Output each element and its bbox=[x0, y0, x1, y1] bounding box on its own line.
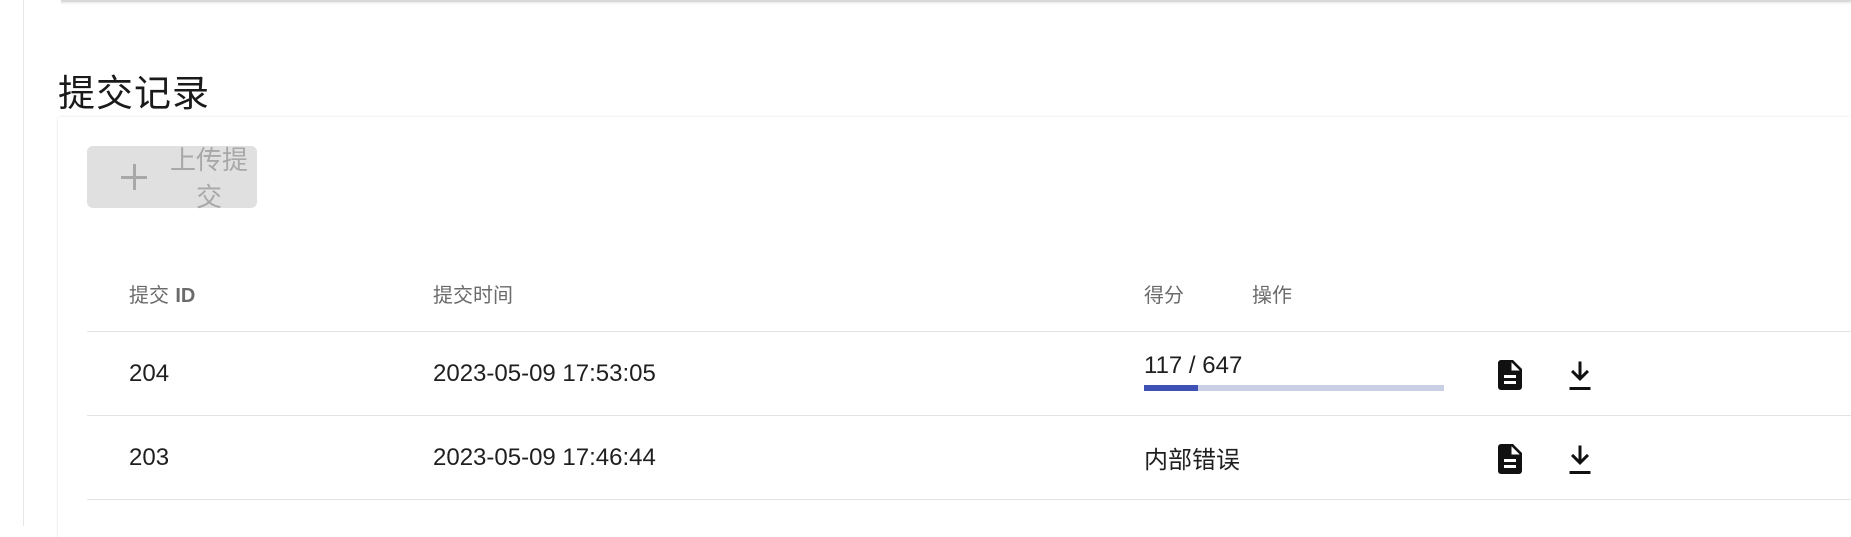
score-text: 117 / 647 bbox=[1144, 352, 1243, 379]
table-header: 提交 ID 提交时间 得分 操作 bbox=[87, 247, 1851, 332]
header-submit-time: 提交时间 bbox=[433, 283, 513, 307]
row-submit-time: 2023-05-09 17:46:44 bbox=[433, 443, 656, 471]
header-submission-id-prefix: 提交 bbox=[129, 283, 176, 307]
row-submit-time: 2023-05-09 17:53:05 bbox=[433, 359, 656, 387]
row-submission-id: 203 bbox=[129, 443, 170, 471]
score-cell: 117 / 647 bbox=[1144, 332, 1444, 415]
table-row: 204 2023-05-09 17:53:05 117 / 647 bbox=[87, 332, 1851, 416]
table-row: 203 2023-05-09 17:46:44 内部错误 bbox=[87, 416, 1851, 500]
plus-icon bbox=[121, 164, 147, 190]
file-icon[interactable] bbox=[1492, 440, 1528, 478]
row-status-text: 内部错误 bbox=[1144, 446, 1240, 474]
row-submission-id: 204 bbox=[129, 359, 170, 387]
header-submission-id-suffix: ID bbox=[175, 285, 196, 307]
download-icon[interactable] bbox=[1562, 356, 1598, 394]
header-submission-id: 提交 ID bbox=[129, 279, 195, 308]
upload-submission-button[interactable]: 上传提交 bbox=[87, 146, 257, 213]
submissions-table: 提交 ID 提交时间 得分 操作 204 2023-05-09 17:53:05… bbox=[87, 247, 1851, 500]
header-actions: 操作 bbox=[1252, 283, 1292, 307]
score-progress-fill bbox=[1144, 385, 1199, 391]
section-title: 提交记录 bbox=[58, 71, 210, 115]
header-score: 得分 bbox=[1144, 283, 1184, 307]
previous-card-edge bbox=[61, 0, 1851, 2]
upload-submission-label: 上传提交 bbox=[169, 146, 248, 213]
submissions-card: 上传提交 提交 ID 提交时间 得分 操作 204 2023-05-09 17:… bbox=[58, 117, 1851, 537]
left-divider bbox=[23, 0, 24, 526]
file-icon[interactable] bbox=[1492, 356, 1528, 394]
download-icon[interactable] bbox=[1562, 440, 1598, 478]
score-progress-bar bbox=[1144, 385, 1444, 391]
